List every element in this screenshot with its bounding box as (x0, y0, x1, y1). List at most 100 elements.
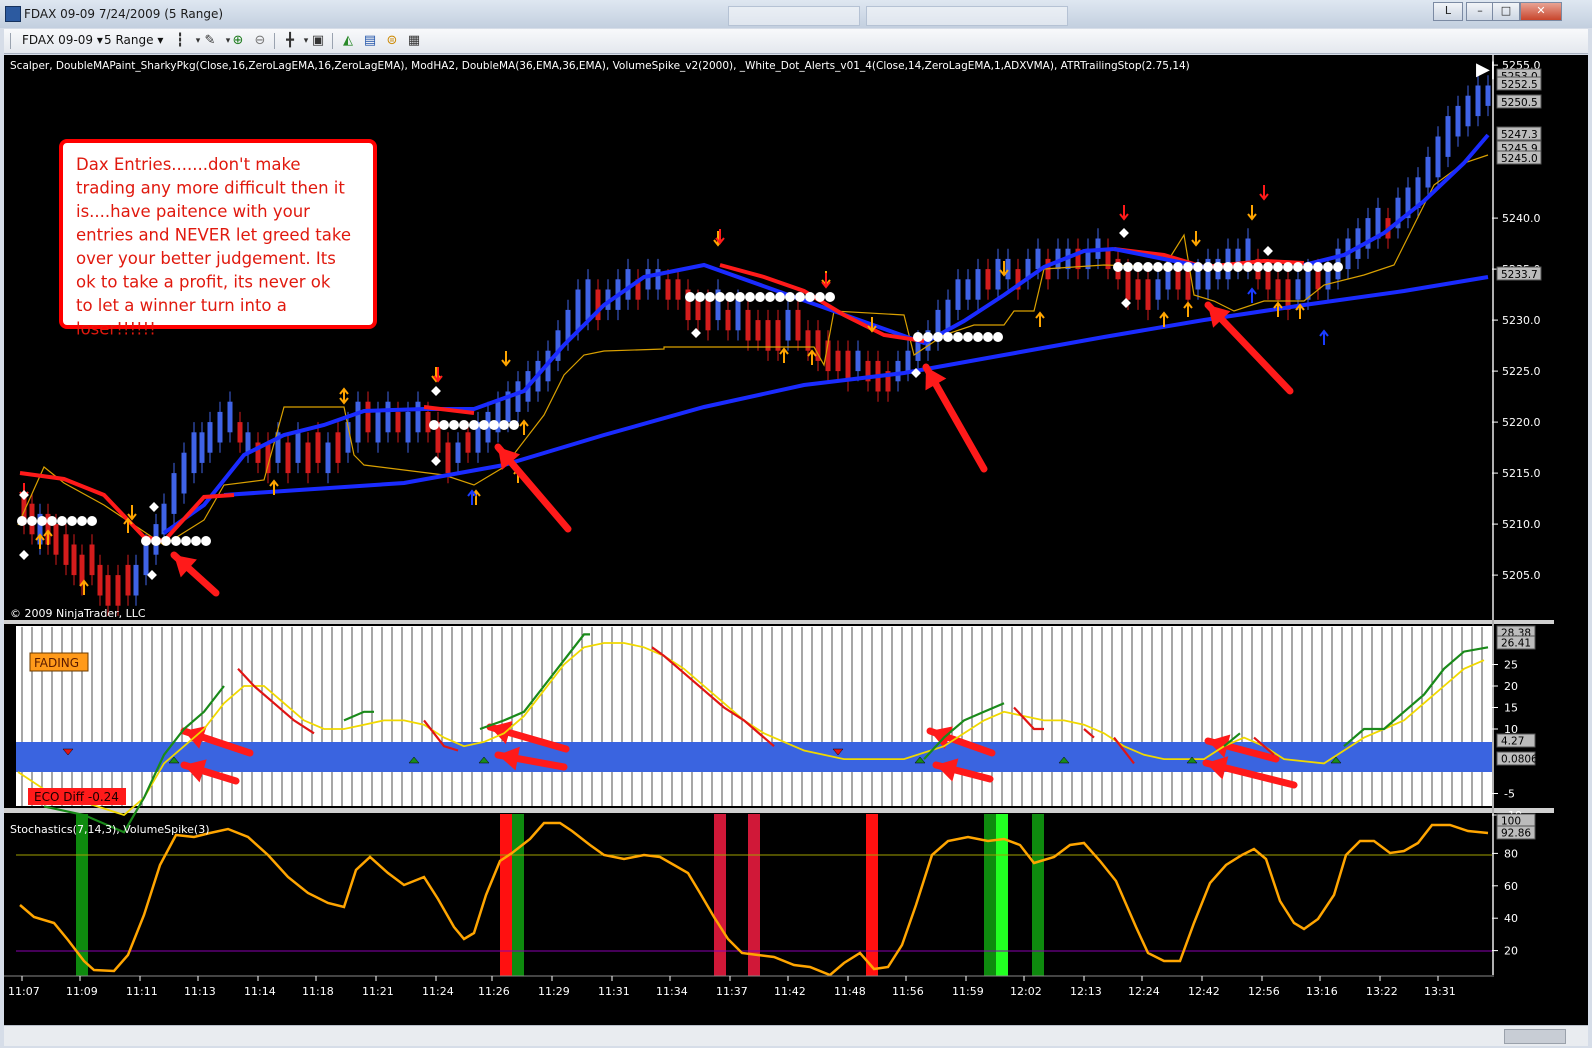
candle-body (245, 432, 251, 453)
price-tick-label: 5205.0 (1502, 569, 1541, 582)
stochastics-legend: Stochastics(7,14,3), VolumeSpike(3) (10, 823, 210, 836)
strategies-icon[interactable]: ◭ (340, 33, 356, 49)
time-tick-label: 11:11 (126, 985, 158, 998)
crosshair-icon[interactable]: ╋ (282, 33, 298, 49)
candle-body (227, 401, 233, 433)
candle-body (415, 401, 421, 433)
white-dot (1203, 262, 1213, 272)
white-dot (1233, 262, 1243, 272)
right-margin (1554, 55, 1588, 975)
scroll-end-icon[interactable]: ▶| (1476, 59, 1496, 80)
candle-body (565, 309, 571, 341)
bar-type-icon[interactable]: ┇ (172, 33, 188, 49)
instrument-selector[interactable]: FDAX 09-09 ▾ (22, 33, 103, 47)
toolbar-separator (332, 33, 333, 49)
maximize-button[interactable]: □ (1492, 2, 1520, 21)
white-dot (77, 516, 87, 526)
white-dot (1143, 262, 1153, 272)
candle-body (1455, 105, 1461, 137)
stoch-tick-label: 60 (1504, 880, 1518, 893)
ma-red-segment (719, 263, 925, 343)
signal-arrow (1319, 329, 1329, 345)
candle-body (1005, 258, 1011, 280)
chart-trader-icon[interactable]: ⊜ (384, 33, 400, 49)
white-dot (17, 516, 27, 526)
candle-body (1125, 269, 1131, 300)
ninjatrader-app-icon (5, 6, 21, 22)
time-tick-label: 11:09 (66, 985, 98, 998)
signal-arrow (779, 347, 789, 363)
zoom-in-icon[interactable]: ⊕ (230, 33, 246, 49)
interval-selector[interactable]: 5 Range ▾ (104, 33, 163, 47)
candle-body (143, 544, 149, 576)
price-tag-label: 5245.0 (1501, 153, 1538, 165)
price-tag-label: 5250.5 (1501, 97, 1538, 109)
candle-body (1135, 279, 1141, 300)
white-dot (943, 332, 953, 342)
white-dot (765, 292, 775, 302)
background-l-button[interactable]: L (1433, 2, 1463, 21)
candle-body (1445, 116, 1451, 157)
white-dot (705, 292, 715, 302)
properties-icon[interactable]: ▣ (310, 33, 326, 49)
time-tick-label: 11:21 (362, 985, 394, 998)
title-bar[interactable]: FDAX 09-09 7/24/2009 (5 Range) L – □ ✕ (0, 0, 1592, 28)
white-dot (37, 516, 47, 526)
fading-label: FADING (34, 656, 79, 670)
volume-spike-bar (1032, 814, 1044, 976)
white-dot (1223, 262, 1233, 272)
time-tick-label: 11:48 (834, 985, 866, 998)
signal-arrow (1259, 185, 1269, 201)
candle-body (425, 411, 431, 433)
chart-area[interactable]: 5255.05240.05235.05230.05225.05220.05215… (4, 55, 1588, 1025)
price-tags: 5253.05252.55250.55247.35245.95245.05233… (1496, 68, 1542, 281)
white-dot (825, 292, 835, 302)
candle-body (71, 544, 77, 576)
white-dot (973, 332, 983, 342)
time-tick-label: 11:14 (244, 985, 276, 998)
horizontal-scrollbar[interactable] (4, 1025, 1588, 1046)
price-tag-label: 5233.7 (1501, 269, 1538, 281)
window-title: FDAX 09-09 7/24/2009 (5 Range) (24, 7, 224, 21)
time-tick-label: 12:13 (1070, 985, 1102, 998)
candle-body (385, 401, 391, 433)
white-dot (685, 292, 695, 302)
panel-splitter[interactable] (4, 808, 1588, 813)
candle-body (995, 258, 1001, 290)
white-dot (439, 420, 449, 430)
white-dot (735, 292, 745, 302)
candle-body (217, 411, 223, 443)
white-dot (745, 292, 755, 302)
panel-splitter[interactable] (4, 620, 1588, 624)
candle-body (237, 422, 243, 443)
signal-arrow (1247, 287, 1257, 303)
scrollbar-thumb[interactable] (1504, 1029, 1566, 1044)
candle-body (171, 473, 177, 514)
background-window-tab (728, 6, 860, 26)
white-dot (57, 516, 67, 526)
time-tick-label: 11:56 (892, 985, 924, 998)
white-dot (1263, 262, 1273, 272)
data-box-icon[interactable]: ▦ (406, 33, 422, 49)
candle-body (855, 350, 861, 372)
eco-tag-label: 26.41 (1501, 638, 1531, 650)
candle-body (1165, 269, 1171, 290)
candle-body (945, 299, 951, 331)
minimize-button[interactable]: – (1466, 2, 1494, 21)
white-diamond (19, 490, 29, 500)
candle-body (1175, 269, 1181, 290)
white-dot (67, 516, 77, 526)
time-axis[interactable]: 11:07 11:09 11:11 11:13 11:14 11:18 11:21 11:24… (4, 975, 1494, 998)
volume-spike-bar (984, 814, 996, 976)
white-dot (429, 420, 439, 430)
close-button[interactable]: ✕ (1520, 2, 1562, 21)
chart-canvas[interactable]: 5255.05240.05235.05230.05225.05220.05215… (4, 55, 1588, 1025)
white-diamond (149, 502, 159, 512)
white-dot (1323, 262, 1333, 272)
drawing-pen-icon[interactable]: ✎ (202, 33, 218, 49)
zoom-out-icon[interactable]: ⊖ (252, 33, 268, 49)
indicators-icon[interactable]: ▤ (362, 33, 378, 49)
white-dot (1113, 262, 1123, 272)
chevron-down-icon: ▾ (96, 33, 103, 47)
candle-body (1355, 228, 1361, 259)
